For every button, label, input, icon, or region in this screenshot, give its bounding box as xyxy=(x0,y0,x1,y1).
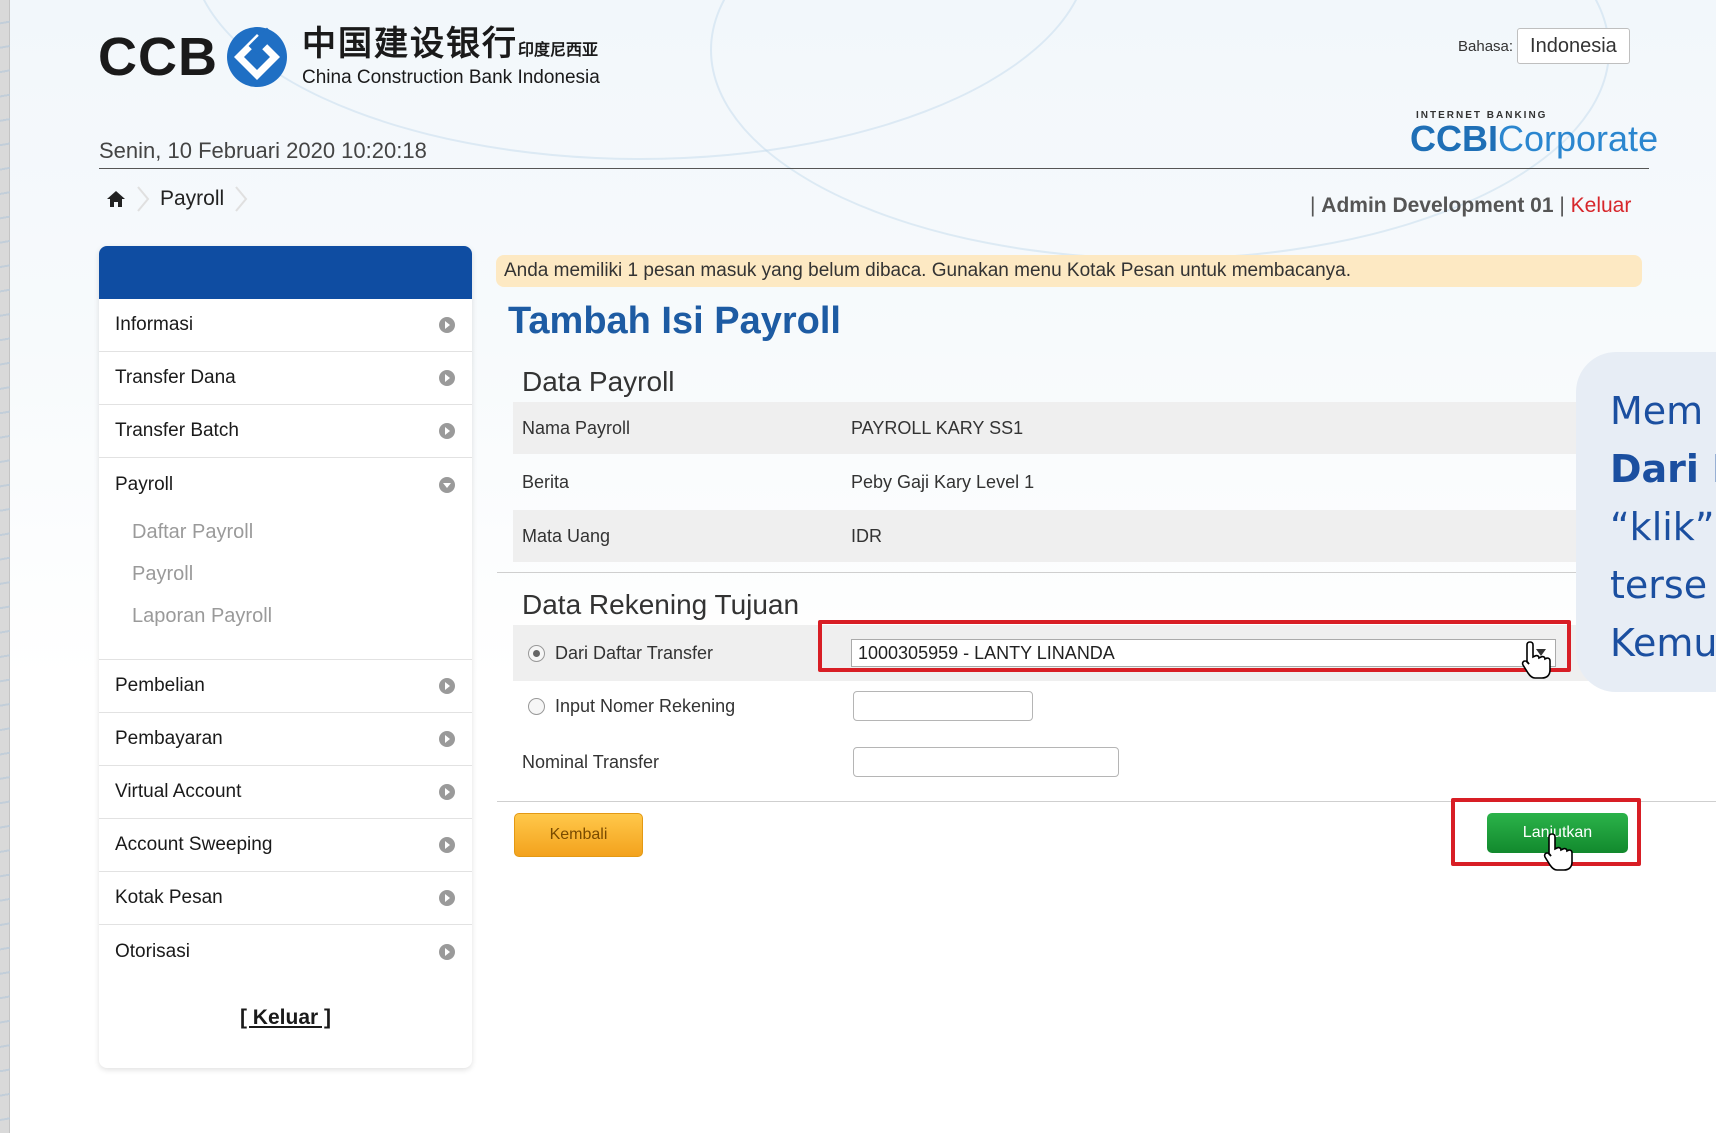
breadcrumb-separator-icon xyxy=(137,186,150,212)
row-berita: Berita Peby Gaji Kary Level 1 xyxy=(522,471,1035,492)
arrow-right-icon xyxy=(439,784,455,800)
logo-english-text: China Construction Bank Indonesia xyxy=(302,67,600,88)
left-edge-strip xyxy=(0,0,10,1133)
hand-cursor-icon xyxy=(1543,833,1573,871)
arrow-right-icon xyxy=(439,317,455,333)
language-button[interactable]: Indonesia xyxy=(1517,28,1630,64)
mata-uang-value: IDR xyxy=(851,525,882,546)
ccbi-corporate-brand: INTERNET BANKING CCBICorporate xyxy=(1410,110,1658,159)
hand-cursor-icon xyxy=(1521,641,1551,679)
sidebar-item-informasi[interactable]: Informasi xyxy=(99,299,472,352)
row-input-nomer-rekening: Input Nomer Rekening xyxy=(513,680,1716,732)
sidebar-item-virtual-account[interactable]: Virtual Account xyxy=(99,766,472,819)
sidebar-item-transfer-batch[interactable]: Transfer Batch xyxy=(99,405,472,458)
sidebar-header xyxy=(99,246,472,299)
breadcrumb: Payroll xyxy=(106,186,258,212)
arrow-right-icon xyxy=(439,731,455,747)
sidebar-logout-link[interactable]: [ Keluar ] xyxy=(240,1006,331,1029)
nomer-rekening-input[interactable] xyxy=(853,691,1033,721)
brand-light: Corporate xyxy=(1498,118,1659,159)
language-selector: Bahasa: Indonesia xyxy=(1458,28,1630,64)
arrow-right-icon xyxy=(439,370,455,386)
page-title: Tambah Isi Payroll xyxy=(508,300,841,342)
sidebar-item-account-sweeping[interactable]: Account Sweeping xyxy=(99,819,472,872)
logo-ccb-text: CCB xyxy=(98,27,218,87)
current-datetime: Senin, 10 Februari 2020 10:20:18 xyxy=(99,138,427,163)
arrow-right-icon xyxy=(439,423,455,439)
radio-dari-daftar-transfer[interactable] xyxy=(528,644,545,662)
breadcrumb-payroll[interactable]: Payroll xyxy=(160,187,224,211)
nama-payroll-value: PAYROLL KARY SS1 xyxy=(851,417,1024,438)
bank-logo: CCB 中国建设银行印度尼西亚 China Construction Bank … xyxy=(98,26,600,88)
radio-input-nomer-rekening[interactable] xyxy=(528,697,545,715)
section-data-payroll: Data Payroll xyxy=(522,366,675,397)
ccb-corporate-page: CCB 中国建设银行印度尼西亚 China Construction Bank … xyxy=(10,0,1716,1133)
row-nama-payroll: Nama Payroll PAYROLL KARY SS1 xyxy=(513,402,1716,454)
nominal-transfer-input[interactable] xyxy=(853,747,1119,777)
instruction-callout: Mem Dari D “klik” terse Kemu xyxy=(1576,352,1716,692)
submenu-daftar-payroll[interactable]: Daftar Payroll xyxy=(132,511,472,553)
header-logout-link[interactable]: Keluar xyxy=(1571,194,1632,217)
berita-value: Peby Gaji Kary Level 1 xyxy=(851,471,1035,492)
row-mata-uang: Mata Uang IDR xyxy=(513,510,1716,562)
arrow-down-icon xyxy=(439,476,455,493)
submenu-laporan-payroll[interactable]: Laporan Payroll xyxy=(132,595,472,637)
brand-bold: CCBI xyxy=(1410,118,1498,159)
section-divider xyxy=(497,572,1716,573)
sidebar-group-payroll: Payroll Daftar Payroll Payroll Laporan P… xyxy=(99,458,472,660)
language-label: Bahasa: xyxy=(1458,37,1514,55)
header-divider xyxy=(99,168,1649,169)
payroll-submenu: Daftar Payroll Payroll Laporan Payroll xyxy=(99,511,472,659)
submenu-payroll[interactable]: Payroll xyxy=(132,553,472,595)
arrow-right-icon xyxy=(439,678,455,694)
user-info: | Admin Development 01 | Keluar xyxy=(1310,194,1632,217)
section-data-rekening-tujuan: Data Rekening Tujuan xyxy=(522,589,800,620)
arrow-right-icon xyxy=(439,943,455,960)
breadcrumb-separator-icon xyxy=(235,186,248,212)
sidebar-item-pembelian[interactable]: Pembelian xyxy=(99,660,472,713)
sidebar-item-otorisasi[interactable]: Otorisasi xyxy=(99,925,472,978)
kembali-button[interactable]: Kembali xyxy=(514,813,643,857)
home-icon[interactable] xyxy=(106,189,126,209)
sidebar-item-pembayaran[interactable]: Pembayaran xyxy=(99,713,472,766)
sidebar-logout: [ Keluar ] xyxy=(99,1006,472,1030)
row-nominal-transfer: Nominal Transfer xyxy=(513,736,1716,788)
highlight-account-select xyxy=(818,620,1571,672)
ccb-logo-icon xyxy=(227,27,287,87)
sidebar-item-kotak-pesan[interactable]: Kotak Pesan xyxy=(99,872,472,925)
logo-chinese-text: 中国建设银行印度尼西亚 xyxy=(302,24,599,64)
unread-message-notice: Anda memiliki 1 pesan masuk yang belum d… xyxy=(496,255,1642,287)
sidebar-item-transfer-dana[interactable]: Transfer Dana xyxy=(99,352,472,405)
arrow-right-icon xyxy=(439,890,455,906)
arrow-right-icon xyxy=(439,837,455,853)
sidebar-menu: Informasi Transfer Dana Transfer Batch P… xyxy=(99,246,472,1068)
sidebar-item-payroll[interactable]: Payroll xyxy=(99,458,472,511)
user-name: Admin Development 01 xyxy=(1321,194,1554,217)
